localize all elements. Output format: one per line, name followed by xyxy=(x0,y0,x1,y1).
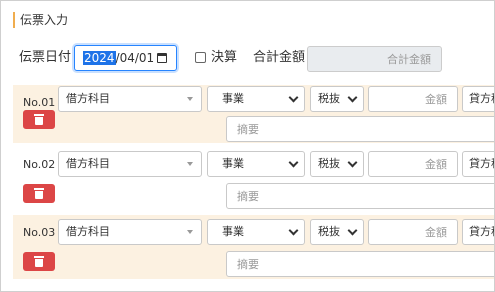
total-amount-field: 合計金額 xyxy=(307,46,442,72)
chevron-down-icon xyxy=(347,157,358,168)
category-value: 事業 xyxy=(222,225,244,238)
chevron-down-icon xyxy=(288,92,299,103)
amount-placeholder: 金額 xyxy=(425,226,447,239)
debit-account-select[interactable]: 借方科目 xyxy=(58,219,202,245)
caret-down-icon xyxy=(187,97,193,101)
calendar-icon[interactable] xyxy=(157,53,167,63)
trash-icon xyxy=(35,259,43,267)
debit-account-value: 借方科目 xyxy=(66,92,110,105)
delete-row-button[interactable] xyxy=(23,110,55,129)
row-number: No.01 xyxy=(23,96,56,109)
journal-row: No.01 借方科目 事業 税抜 金額 貸方科目 摘要 xyxy=(13,85,494,143)
category-value: 事業 xyxy=(222,92,244,105)
category-select[interactable]: 事業 xyxy=(207,86,305,112)
credit-account-value: 貸方科目 xyxy=(469,92,494,105)
page-title: 伝票入力 xyxy=(13,12,68,28)
credit-account-value: 貸方科目 xyxy=(469,157,494,170)
credit-account-select[interactable]: 貸方科目 xyxy=(462,151,494,177)
tax-value: 税抜 xyxy=(318,225,340,238)
row-number: No.02 xyxy=(23,158,56,171)
kessan-label: 決算 xyxy=(211,50,238,65)
journal-row: No.03 借方科目 事業 税抜 金額 貸方科目 摘要 xyxy=(13,215,494,279)
trash-icon xyxy=(35,117,43,125)
voucher-entry-panel: 伝票入力 伝票日付 2024/04/01 決算 合計金額 合計金額 No.01 … xyxy=(0,0,495,292)
tax-select[interactable]: 税抜 xyxy=(310,219,364,245)
amount-placeholder: 金額 xyxy=(425,93,447,106)
date-month-day: /04/01 xyxy=(115,51,155,65)
category-select[interactable]: 事業 xyxy=(207,151,305,177)
journal-row: No.02 借方科目 事業 税抜 金額 貸方科目 摘要 xyxy=(13,149,494,209)
row-number: No.03 xyxy=(23,226,56,239)
tax-value: 税抜 xyxy=(318,92,340,105)
debit-account-select[interactable]: 借方科目 xyxy=(58,86,202,112)
delete-row-button[interactable] xyxy=(23,252,55,271)
amount-input[interactable]: 金額 xyxy=(368,86,458,112)
tax-select[interactable]: 税抜 xyxy=(310,151,364,177)
kessan-checkbox[interactable] xyxy=(195,52,206,63)
chevron-down-icon xyxy=(288,157,299,168)
amount-input[interactable]: 金額 xyxy=(368,151,458,177)
memo-input[interactable]: 摘要 xyxy=(226,116,494,142)
trash-icon xyxy=(35,191,43,199)
trash-icon-lid xyxy=(34,114,44,116)
date-label: 伝票日付 xyxy=(19,50,72,65)
memo-placeholder: 摘要 xyxy=(237,190,259,203)
credit-account-value: 貸方科目 xyxy=(469,225,494,238)
date-value: 2024/04/01 xyxy=(83,51,154,66)
delete-row-button[interactable] xyxy=(23,184,55,203)
trash-icon-lid xyxy=(34,188,44,190)
credit-account-select[interactable]: 貸方科目 xyxy=(462,219,494,245)
debit-account-value: 借方科目 xyxy=(66,157,110,170)
debit-account-select[interactable]: 借方科目 xyxy=(58,151,202,177)
chevron-down-icon xyxy=(347,225,358,236)
category-value: 事業 xyxy=(222,157,244,170)
trash-icon-lid xyxy=(34,256,44,258)
chevron-down-icon xyxy=(347,92,358,103)
credit-account-select[interactable]: 貸方科目 xyxy=(462,86,494,112)
caret-down-icon xyxy=(187,162,193,166)
tax-value: 税抜 xyxy=(318,157,340,170)
memo-placeholder: 摘要 xyxy=(237,258,259,271)
total-label: 合計金額 xyxy=(253,50,306,65)
debit-account-value: 借方科目 xyxy=(66,225,110,238)
chevron-down-icon xyxy=(288,225,299,236)
tax-select[interactable]: 税抜 xyxy=(310,86,364,112)
caret-down-icon xyxy=(187,230,193,234)
memo-input[interactable]: 摘要 xyxy=(226,183,494,209)
date-year-segment[interactable]: 2024 xyxy=(83,51,116,65)
category-select[interactable]: 事業 xyxy=(207,219,305,245)
memo-input[interactable]: 摘要 xyxy=(226,251,494,277)
amount-placeholder: 金額 xyxy=(425,158,447,171)
date-input[interactable]: 2024/04/01 xyxy=(74,45,177,71)
total-amount-placeholder: 合計金額 xyxy=(387,53,431,66)
memo-placeholder: 摘要 xyxy=(237,123,259,136)
amount-input[interactable]: 金額 xyxy=(368,219,458,245)
